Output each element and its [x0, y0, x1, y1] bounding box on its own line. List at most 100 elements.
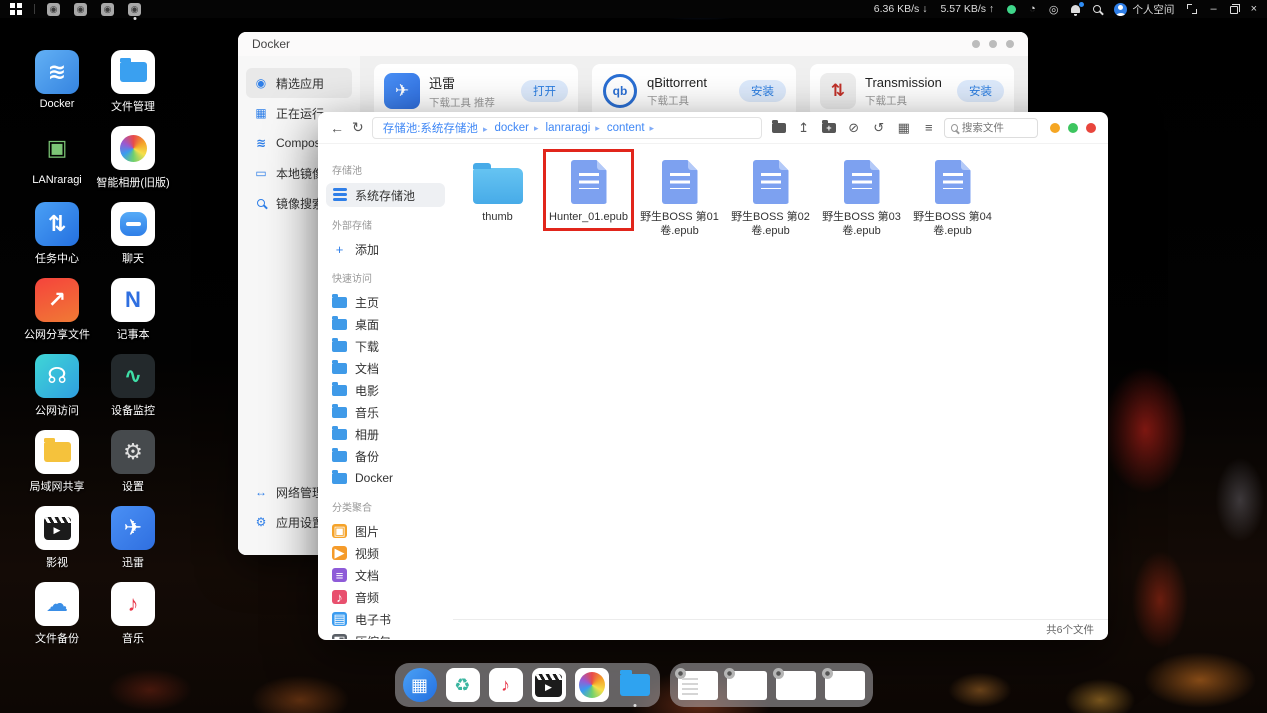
taskbar-app-4[interactable]: ◉: [128, 3, 141, 16]
desktop-icon-task-center[interactable]: ⇅ 任务中心: [19, 202, 95, 278]
file-name: 野生BOSS 第03卷.epub: [821, 210, 902, 239]
view-mode-icon[interactable]: ▦: [897, 121, 911, 135]
restore-icon[interactable]: [1230, 6, 1238, 14]
taskbar-app-3[interactable]: ◉: [101, 3, 114, 16]
notifications-bell-icon[interactable]: [1071, 5, 1080, 13]
dock-icon-launcher[interactable]: ▦: [403, 668, 437, 702]
window-dot-minimize[interactable]: [972, 40, 980, 48]
breadcrumb-lanraragi[interactable]: lanraragi: [546, 122, 605, 134]
app-action-button[interactable]: 安装: [739, 80, 786, 102]
fullscreen-icon[interactable]: [1187, 4, 1197, 14]
app-action-button[interactable]: 安装: [957, 80, 1004, 102]
hidden-files-icon[interactable]: ⊘: [847, 121, 861, 135]
app-card-transmission[interactable]: ⇅ Transmission 下载工具 安装: [810, 64, 1014, 118]
desktop-icon-notepad[interactable]: N 记事本: [95, 278, 171, 354]
dock-window-thumb-2[interactable]: [727, 671, 767, 700]
file-item-hunter-01[interactable]: Hunter_01.epub: [546, 152, 631, 228]
app-card-qbittorrent[interactable]: qb qBittorrent 下载工具 安装: [592, 64, 796, 118]
move-to-folder-icon[interactable]: [772, 121, 786, 135]
sidebar-item-home[interactable]: 主页: [326, 291, 445, 313]
breadcrumb-content[interactable]: content: [607, 122, 659, 134]
dock-window-thumb-3[interactable]: [776, 671, 816, 700]
docker-titlebar[interactable]: Docker: [238, 32, 1028, 56]
docker-nav-featured-apps[interactable]: ◉ 精选应用: [246, 68, 352, 98]
desktop-icon-device-monitor[interactable]: ∿ 设备监控: [95, 354, 171, 430]
category-icon: ▤: [332, 612, 347, 626]
sidebar-item-documents[interactable]: 文档: [326, 357, 445, 379]
sidebar-item-downloads[interactable]: 下载: [326, 335, 445, 357]
nav-icon: ↔: [254, 485, 268, 499]
file-item-boss-02[interactable]: 野生BOSS 第02卷.epub: [728, 152, 813, 243]
window-dot-close[interactable]: [1006, 40, 1014, 48]
desktop-icon-settings[interactable]: ⚙ 设置: [95, 430, 171, 506]
app-card-xunlei[interactable]: ✈ 迅雷 下载工具 推荐 打开: [374, 64, 578, 118]
close-dot[interactable]: [1086, 123, 1096, 133]
nav-icon: ▭: [254, 166, 268, 180]
sort-icon[interactable]: ≡: [922, 121, 936, 135]
sidebar-item-desktop[interactable]: 桌面: [326, 313, 445, 335]
desktop-icon-xunlei[interactable]: ✈ 迅雷: [95, 506, 171, 582]
upload-icon[interactable]: ↥: [797, 121, 811, 135]
desktop-icon-docker[interactable]: ≋ Docker: [19, 50, 95, 126]
target-icon[interactable]: ◎: [1049, 3, 1059, 16]
nav-icon: ▦: [254, 106, 268, 120]
new-folder-icon[interactable]: [822, 121, 836, 135]
user-menu[interactable]: 个人空间: [1114, 2, 1174, 17]
sidebar-item-ebooks[interactable]: ▤ 电子书: [326, 608, 445, 630]
search-icon[interactable]: [1093, 5, 1101, 13]
dock-icon-video[interactable]: [532, 668, 566, 702]
sidebar-item-music[interactable]: 音乐: [326, 401, 445, 423]
desktop-icon-lanraragi[interactable]: ▣ LANraragi: [19, 126, 95, 202]
desktop-icon-music[interactable]: ♪ 音乐: [95, 582, 171, 658]
minimize-dot[interactable]: [1050, 123, 1060, 133]
desktop-icon-chat[interactable]: 聊天: [95, 202, 171, 278]
sidebar-item-docs[interactable]: ≡ 文档: [326, 564, 445, 586]
desktop-icon-file-backup[interactable]: ☁ 文件备份: [19, 582, 95, 658]
file-item-boss-01[interactable]: 野生BOSS 第01卷.epub: [637, 152, 722, 243]
category-icon: ▶: [332, 546, 347, 560]
file-item-boss-03[interactable]: 野生BOSS 第03卷.epub: [819, 152, 904, 243]
file-item-thumb[interactable]: thumb: [455, 152, 540, 228]
dock-icon-files[interactable]: [618, 668, 652, 702]
maximize-dot[interactable]: [1068, 123, 1078, 133]
taskbar-app-2[interactable]: ◉: [74, 3, 87, 16]
refresh-icon[interactable]: ↻: [352, 119, 364, 136]
sidebar-item-archives[interactable]: ◧ 压缩包: [326, 630, 445, 639]
sidebar-item-audio[interactable]: ♪ 音频: [326, 586, 445, 608]
status-dot-icon[interactable]: [1007, 5, 1016, 14]
sidebar-item-videos[interactable]: ▶ 视频: [326, 542, 445, 564]
breadcrumb-storage-pool[interactable]: 存储池:系统存储池: [383, 120, 493, 136]
desktop-icon-smart-album[interactable]: 智能相册(旧版): [95, 126, 171, 202]
search-input[interactable]: [962, 122, 1031, 134]
sidebar-item-add-external[interactable]: + 添加: [326, 238, 445, 260]
sidebar-item-system-storage[interactable]: 系统存储池: [326, 183, 445, 207]
taskbar-app-1[interactable]: ◉: [47, 3, 60, 16]
file-item-boss-04[interactable]: 野生BOSS 第04卷.epub: [910, 152, 995, 243]
dock-icon-trash[interactable]: ♻: [446, 668, 480, 702]
close-icon[interactable]: ×: [1251, 3, 1257, 15]
sidebar-item-label: 相册: [355, 426, 379, 443]
dock-icon-photos[interactable]: [575, 668, 609, 702]
app-action-button[interactable]: 打开: [521, 80, 568, 102]
dock-window-thumb-1[interactable]: [678, 671, 718, 700]
desktop-icon-lan-share[interactable]: 局域网共享: [19, 430, 95, 506]
dock-icon-music[interactable]: ♪: [489, 668, 523, 702]
sidebar-item-docker[interactable]: Docker: [326, 467, 445, 489]
sidebar-item-backup[interactable]: 备份: [326, 445, 445, 467]
sidebar-item-pictures[interactable]: ▣ 图片: [326, 520, 445, 542]
sidebar-item-albums[interactable]: 相册: [326, 423, 445, 445]
desktop-icon-public-share[interactable]: ↗ 公网分享文件: [19, 278, 95, 354]
breadcrumb-docker[interactable]: docker: [494, 122, 543, 134]
sidebar-item-movies[interactable]: 电影: [326, 379, 445, 401]
desktop-icon-public-access[interactable]: ☊ 公网访问: [19, 354, 95, 430]
app-launcher-icon[interactable]: [10, 3, 22, 15]
back-icon[interactable]: ←: [330, 120, 344, 136]
dock-window-thumb-4[interactable]: [825, 671, 865, 700]
search-box[interactable]: [944, 118, 1038, 138]
share-icon[interactable]: ↺: [872, 121, 886, 135]
minimize-icon[interactable]: –: [1210, 3, 1216, 15]
clock-icon[interactable]: ◔: [1029, 3, 1036, 15]
desktop-icon-video[interactable]: 影视: [19, 506, 95, 582]
window-dot-maximize[interactable]: [989, 40, 997, 48]
desktop-icon-file-manager[interactable]: 文件管理: [95, 50, 171, 126]
